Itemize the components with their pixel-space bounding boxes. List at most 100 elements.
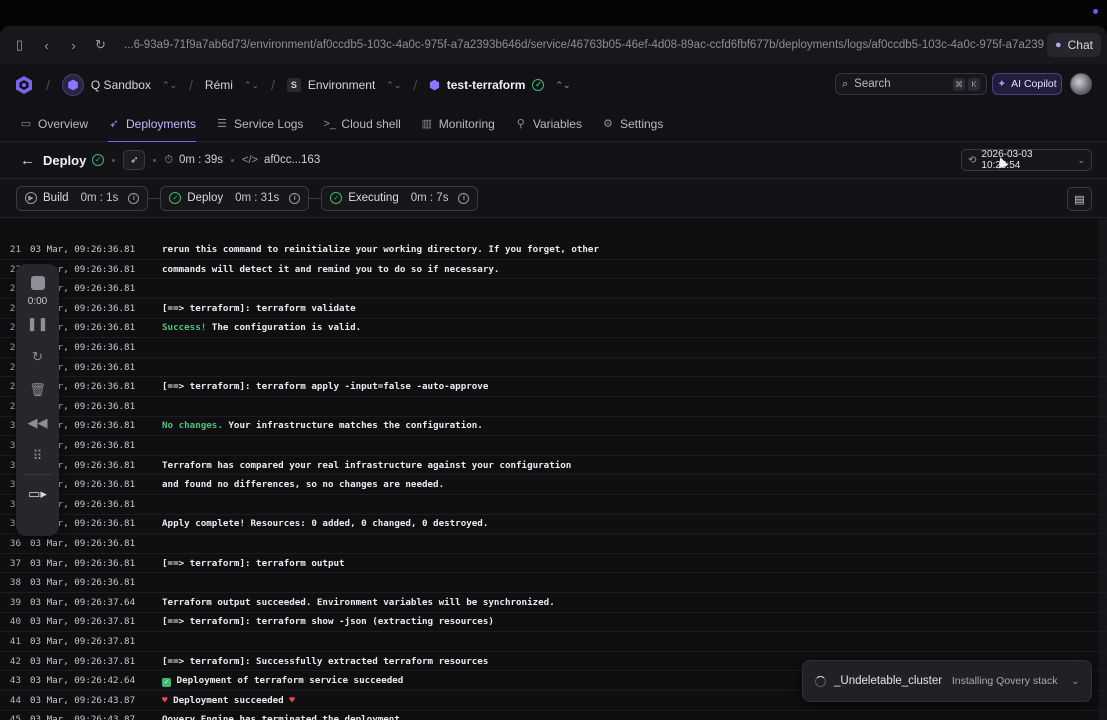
chevron-down-icon[interactable]: ⌄ [1071, 676, 1079, 687]
log-row: 2503 Mar, 09:26:36.81Success! The config… [0, 319, 1107, 339]
log-row: 3503 Mar, 09:26:36.81Apply complete! Res… [0, 515, 1107, 535]
breadcrumb-environment[interactable]: S Environment ⌃⌄ [286, 78, 402, 92]
breadcrumb-org[interactable]: Q Sandbox ⌃⌄ [61, 74, 178, 96]
redeploy-button[interactable]: ➶ [123, 150, 146, 170]
sparkle-icon: ✦ [997, 78, 1007, 90]
terraform-service-icon: ⬢ [429, 78, 440, 92]
tab-overview[interactable]: ▭ Overview [20, 106, 88, 142]
tab-deployments[interactable]: ➶ Deployments [108, 106, 197, 143]
search-icon: ⌕ [842, 77, 849, 90]
step-connector [148, 197, 161, 199]
chat-button[interactable]: ● Chat [1046, 33, 1101, 57]
commit-id[interactable]: </> af0cc...163 [242, 154, 320, 166]
export-logs-button[interactable]: ▤ [1067, 187, 1092, 211]
grid-icon[interactable]: ⠿ [16, 439, 59, 472]
commit-value: af0cc...163 [263, 154, 321, 166]
log-text: Your infrastructure matches the configur… [222, 420, 483, 432]
log-row: 2603 Mar, 09:26:36.81 [0, 338, 1107, 358]
copilot-label: AI Copilot [1011, 78, 1057, 90]
chat-label: Chat [1067, 38, 1093, 52]
log-row: 45 03 Mar, 09:26:43.87 Qovery Engine has t… [0, 711, 1107, 720]
chevron-updown-icon: ⌃⌄ [161, 79, 178, 90]
sidebar-toggle-icon[interactable]: ▯ [6, 32, 33, 58]
service-tabs: ▭ Overview ➶ Deployments ☰ Service Logs >_ C… [0, 106, 1107, 143]
tab-label: Variables [532, 116, 582, 131]
log-line-number: 38 [9, 577, 21, 589]
log-row: 2903 Mar, 09:26:36.81 [0, 397, 1107, 417]
info-icon[interactable]: i [458, 192, 470, 204]
tab-label: Settings [619, 116, 664, 131]
back-icon[interactable]: ‹ [33, 32, 60, 58]
log-message: Terraform has compared your real infrast… [162, 460, 571, 471]
log-row: 37 03 Mar, 09:26:36.81 [==> terraform]: te… [0, 554, 1107, 574]
info-icon[interactable]: i [128, 192, 140, 204]
log-timestamp: 03 Mar, 09:26:36.81 [30, 537, 136, 549]
log-highlight: No changes. [162, 420, 223, 432]
rewind-icon[interactable]: ◀◀ [16, 406, 59, 439]
log-message: Terraform output succeeded. Environment … [162, 597, 555, 608]
stop-recording-button[interactable] [30, 276, 45, 290]
ai-copilot-button[interactable]: ✦ AI Copilot [992, 73, 1062, 95]
browser-toolbar: ▯ ‹ › ↻ ...6-93a9-71f9a7ab6d73/environme… [0, 26, 1107, 64]
separator-dot [153, 158, 157, 162]
log-row: 2403 Mar, 09:26:36.81[==> terraform]: te… [0, 299, 1107, 319]
breadcrumb-separator: / [46, 77, 50, 93]
log-highlight: Success! [162, 322, 207, 334]
separator-dot [231, 158, 235, 162]
tab-service-logs[interactable]: ☰ Service Logs [216, 106, 303, 142]
address-bar[interactable]: ...6-93a9-71f9a7ab6d73/environment/af0cc… [124, 39, 1044, 51]
overview-icon: ▭ [20, 118, 32, 130]
log-text: Deployment succeeded [167, 694, 290, 706]
file-icon: ▤ [1074, 193, 1085, 206]
chevron-updown-icon: ⌃⌄ [386, 79, 402, 90]
logs-icon: ☰ [217, 118, 227, 130]
recorder-divider [23, 474, 52, 475]
tab-variables[interactable]: ⚲ Variables [515, 106, 582, 142]
log-row: 41 03 Mar, 09:26:37.81 [0, 632, 1107, 652]
log-line-number: 21 [9, 243, 21, 255]
log-line-number: 41 [9, 635, 21, 647]
pause-icon[interactable]: ❚❚ [16, 307, 59, 340]
step-connector [309, 197, 322, 199]
org-avatar [61, 74, 84, 96]
log-line-number: 45 [9, 714, 21, 720]
search-input[interactable]: ⌕ Search ⌘ K [835, 73, 987, 95]
step-executing[interactable]: ✓ Executing 0m : 7s i [321, 185, 479, 211]
tab-label: Service Logs [234, 116, 304, 131]
heart-icon: ♥ [289, 694, 295, 706]
kbd-key: ⌘ [953, 77, 965, 91]
step-deploy[interactable]: ✓ Deploy 0m : 31s i [160, 185, 310, 211]
tab-cloud-shell[interactable]: >_ Cloud shell [323, 106, 400, 142]
cluster-status-toast[interactable]: _Undeletable_cluster Installing Qovery s… [802, 660, 1092, 702]
trash-icon[interactable]: 🗑 [16, 373, 59, 406]
log-row: 38 03 Mar, 09:26:36.81 [0, 573, 1107, 593]
camera-icon[interactable]: ▭▸ [16, 477, 59, 510]
breadcrumb-project[interactable]: Rémi ⌃⌄ [205, 78, 259, 92]
screen-recorder-widget: 0:00 ❚❚ ↻ 🗑 ◀◀ ⠿ ▭▸ [16, 264, 59, 536]
org-name: Q Sandbox [90, 78, 151, 92]
separator-dot [112, 158, 116, 162]
step-duration: 0m : 1s [80, 192, 119, 204]
tab-monitoring[interactable]: ▥ Monitoring [421, 106, 495, 142]
back-arrow-icon[interactable]: ← [20, 152, 35, 169]
log-message: ✓ Deployment of terraform service succee… [162, 675, 403, 687]
log-row: 3003 Mar, 09:26:36.81No changes. Your in… [0, 417, 1107, 437]
tab-settings[interactable]: ⚙ Settings [602, 106, 663, 142]
key-icon: ⚲ [516, 118, 525, 130]
forward-icon[interactable]: › [60, 32, 87, 58]
log-text: Qovery Engine has terminated the deploym… [162, 714, 400, 720]
log-message: commands will detect it and remind you t… [162, 264, 499, 275]
breadcrumb-service[interactable]: ⬢ test-terraform ✓ ⌃⌄ [429, 78, 570, 92]
breadcrumb-separator: / [189, 77, 193, 93]
tab-label: Monitoring [438, 116, 495, 131]
info-icon[interactable]: i [289, 192, 301, 204]
log-row: 3403 Mar, 09:26:36.81 [0, 495, 1107, 515]
reload-icon[interactable]: ↻ [87, 32, 114, 58]
deployment-title: Deploy [43, 152, 87, 168]
user-avatar[interactable] [1070, 73, 1092, 95]
qovery-logo-icon[interactable] [14, 75, 34, 95]
deployment-history-select[interactable]: ⟲ 2026-03-03 10:25:54 ⌄ [961, 149, 1092, 171]
restart-icon[interactable]: ↻ [16, 340, 59, 373]
step-build[interactable]: ▶ Build 0m : 1s i [16, 185, 149, 211]
search-shortcut: ⌘ K [953, 77, 980, 91]
